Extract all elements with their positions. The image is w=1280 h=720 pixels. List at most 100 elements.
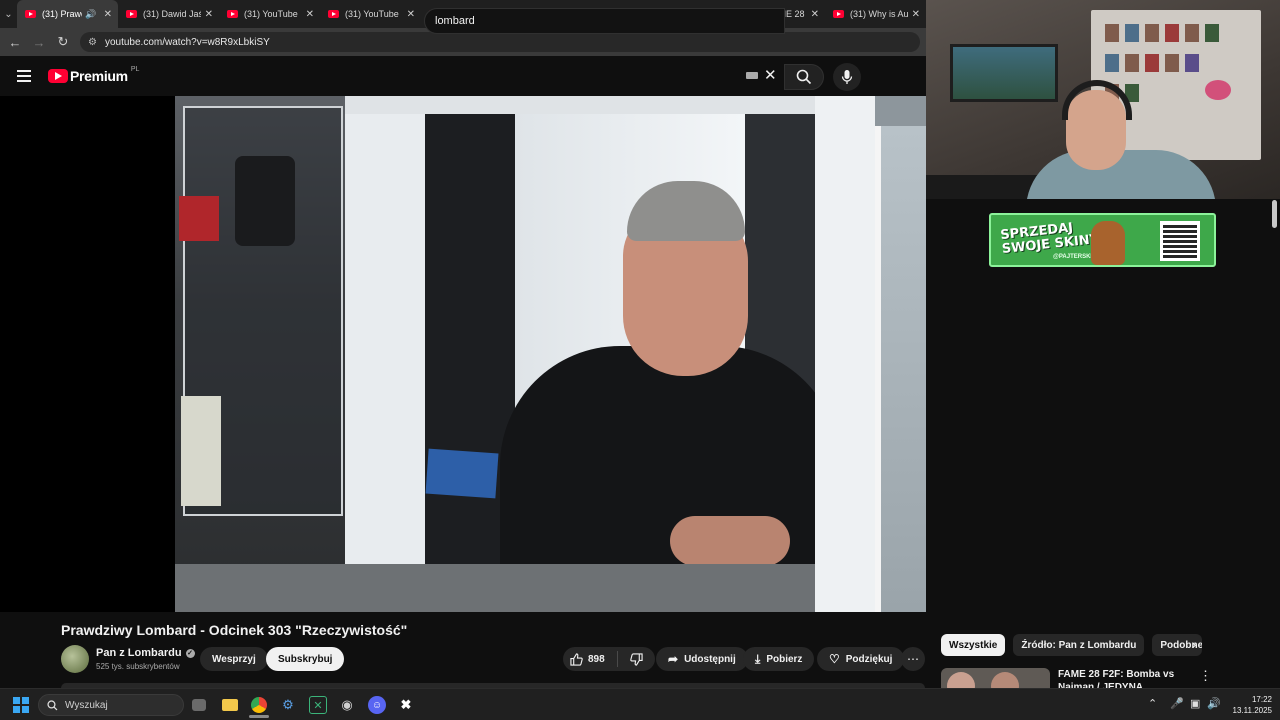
show-hidden-icons-icon[interactable]: ⌃ — [1148, 697, 1157, 710]
tab-close-icon[interactable]: ✕ — [205, 9, 213, 20]
youtube-favicon-icon — [126, 10, 137, 18]
search-button[interactable] — [784, 64, 824, 90]
tab-title: (31) YouTube — [345, 9, 399, 19]
browser-tab[interactable]: (31) Prawdz🔊 ✕ — [17, 0, 118, 28]
browser-tab[interactable]: (31) YouTube ✕ — [219, 0, 320, 28]
webcam-aquarium — [950, 44, 1058, 102]
youtube-favicon-icon — [227, 10, 238, 18]
taskbar-search[interactable]: Wyszukaj — [38, 694, 184, 716]
recommendation-thumbnail[interactable] — [941, 668, 1050, 688]
channel-name-link[interactable]: Pan z Lombardu ✓ — [96, 647, 195, 659]
share-icon: ➦ — [668, 652, 679, 666]
browser-tab[interactable]: (31) Dawid Jaś ✕ — [118, 0, 219, 28]
browser-tab[interactable]: (31) YouTube ✕ — [320, 0, 421, 28]
file-explorer-icon[interactable] — [221, 696, 239, 714]
reload-icon[interactable]: ↻ — [51, 28, 75, 56]
like-button[interactable]: 898 — [563, 651, 618, 667]
chrome-active-indicator — [249, 715, 269, 718]
menu-icon[interactable] — [17, 70, 31, 82]
tab-title: (31) Dawid Jaś — [143, 9, 201, 19]
video-scene-window-top — [345, 96, 825, 114]
video-scene-window-frame-right — [815, 96, 875, 612]
video-scene-box — [425, 448, 499, 499]
steam-icon[interactable]: ⚙ — [279, 696, 297, 714]
keyboard-icon[interactable] — [746, 72, 758, 79]
subscribe-button[interactable]: Subskrybuj — [266, 647, 345, 671]
youtube-favicon-icon — [833, 10, 844, 18]
more-actions-icon[interactable]: ⋯ — [901, 647, 925, 671]
subscribe-label: Subskrybuj — [278, 653, 333, 665]
youtube-play-icon — [48, 69, 68, 83]
clear-search-icon[interactable]: ✕ — [764, 66, 777, 84]
youtube-premium-logo[interactable]: Premium PL — [48, 65, 140, 84]
thumbs-up-icon — [570, 652, 583, 666]
recommendation-title[interactable]: FAME 28 F2F: Bomba vs Naiman / JEDYNA PR… — [1058, 668, 1188, 688]
youtube-favicon-icon — [25, 10, 36, 18]
tab-search-chevron-icon[interactable]: ⌄ — [0, 0, 17, 28]
microphone-tray-icon[interactable]: 🎤 — [1170, 697, 1184, 710]
tab-close-icon[interactable]: ✕ — [104, 9, 112, 20]
support-button[interactable]: Wesprzyj — [200, 647, 268, 671]
video-scene-shelf — [175, 96, 345, 612]
task-view-icon[interactable] — [192, 699, 206, 711]
obs-icon[interactable]: ◉ — [338, 696, 356, 714]
capcut-icon[interactable]: ✖ — [397, 696, 415, 714]
browser-tab[interactable]: (31) Why is Au ✕ — [825, 0, 926, 28]
banner-headline: SPRZEDAJ SWOJE SKINY — [1000, 219, 1100, 257]
logo-country-code: PL — [130, 65, 140, 73]
chevron-right-icon[interactable]: › — [1184, 636, 1204, 652]
tab-close-icon[interactable]: ✕ — [407, 9, 415, 20]
excel-icon[interactable]: ✕ — [309, 696, 327, 714]
like-count: 898 — [588, 653, 605, 665]
network-icon[interactable]: ▣ — [1190, 697, 1200, 710]
clock-date: 13.11.2025 — [1232, 706, 1272, 715]
chrome-icon[interactable] — [250, 696, 268, 714]
tab-audio-icon[interactable]: 🔊 — [85, 9, 96, 20]
download-button[interactable]: ⤓ Pobierz — [743, 647, 815, 671]
filter-chip[interactable]: Źródło: Pan z Lombardu — [1013, 634, 1145, 656]
share-label: Udostępnij — [684, 653, 736, 665]
search-input[interactable]: lombard — [424, 8, 785, 34]
microphone-icon — [841, 70, 853, 84]
filter-chip[interactable]: Wszystkie — [941, 634, 1006, 656]
share-button[interactable]: ➦ Udostępnij — [656, 647, 748, 671]
discord-icon[interactable]: ☺ — [368, 696, 386, 714]
url-field[interactable]: ⚙ youtube.com/watch?v=w8R9xLbkiSY — [80, 32, 920, 52]
back-arrow-icon[interactable]: ← — [3, 28, 27, 56]
search-icon — [47, 699, 58, 710]
volume-icon[interactable]: 🔊 — [1207, 697, 1221, 710]
tab-close-icon[interactable]: ✕ — [912, 9, 920, 20]
page-scrollbar[interactable] — [1272, 200, 1277, 228]
thanks-button[interactable]: ♡ Podziękuj — [817, 647, 905, 671]
system-clock[interactable]: 17:22 13.11.2025 — [1226, 694, 1272, 716]
video-scene-counter — [175, 564, 815, 612]
video-scene-person-hand — [670, 516, 790, 566]
forward-arrow-icon[interactable]: → — [27, 28, 51, 56]
video-scene-window-frame — [345, 96, 425, 612]
verified-icon: ✓ — [185, 648, 195, 658]
tab-title: (31) Why is Au — [850, 9, 908, 19]
download-label: Pobierz — [766, 653, 803, 665]
banner-qr-code — [1160, 221, 1200, 261]
sponsor-banner: SPRZEDAJ SWOJE SKINY @PAJTERSKINS — [989, 213, 1216, 267]
tab-close-icon[interactable]: ✕ — [306, 9, 314, 20]
channel-avatar[interactable] — [61, 645, 89, 673]
url-text: youtube.com/watch?v=w8R9xLbkiSY — [104, 36, 270, 48]
clock-time: 17:22 — [1251, 695, 1272, 704]
download-icon: ⤓ — [755, 651, 761, 666]
windows-start-icon[interactable] — [13, 697, 29, 713]
banner-mascot-image — [1091, 221, 1125, 265]
thumbs-down-icon — [630, 652, 643, 666]
voice-search-button[interactable] — [833, 63, 861, 91]
tab-close-icon[interactable]: ✕ — [811, 9, 819, 20]
site-settings-icon[interactable]: ⚙ — [88, 37, 97, 48]
related-filter-chips: Wszystkie Źródło: Pan z Lombardu Podobne — [941, 634, 1203, 656]
recommendation-menu-icon[interactable]: ⋮ — [1199, 668, 1212, 684]
dislike-button[interactable] — [618, 652, 655, 666]
subscriber-count: 525 tys. subskrybentów — [96, 662, 180, 671]
heart-dollar-icon: ♡ — [829, 652, 840, 666]
like-dislike-group: 898 — [563, 647, 655, 671]
thanks-label: Podziękuj — [845, 653, 893, 665]
channel-name: Pan z Lombardu — [96, 647, 182, 659]
tab-title: (31) Prawdz — [42, 9, 82, 19]
